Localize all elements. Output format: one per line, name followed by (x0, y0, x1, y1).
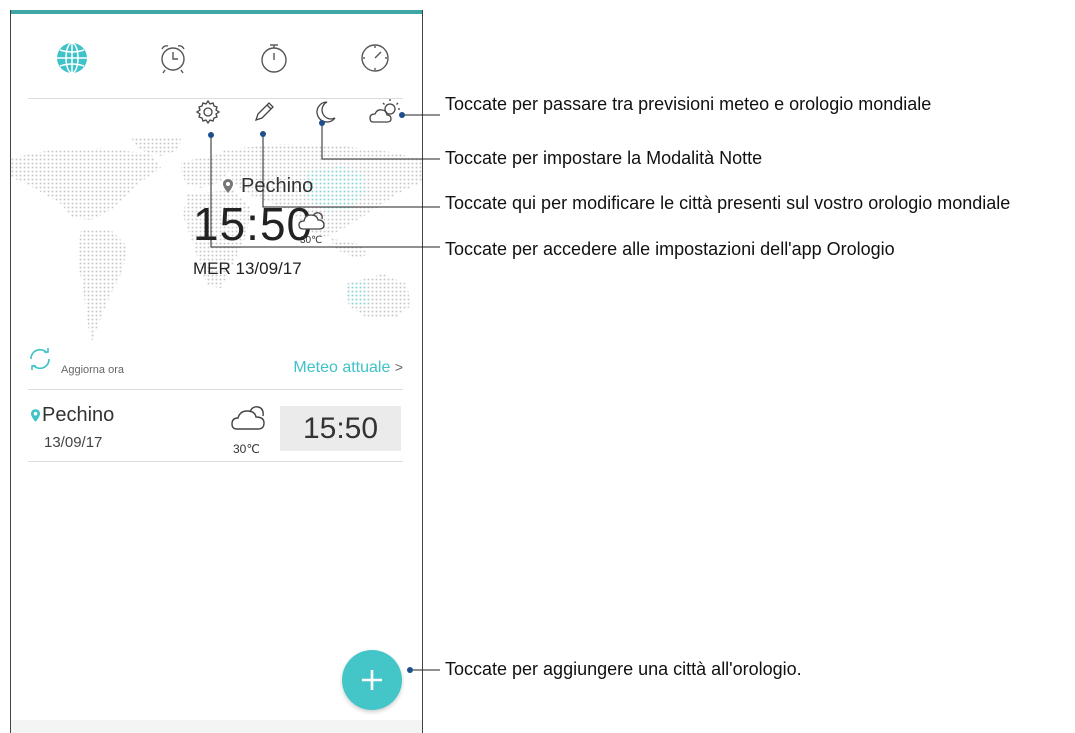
callout-night-mode: Toccate per impostare la Modalità Notte (445, 148, 763, 168)
list-divider-top (28, 389, 403, 390)
cloud-icon (298, 212, 325, 230)
callout-settings: Toccate per accedere alle impostazioni d… (445, 239, 895, 259)
night-mode-moon-icon (316, 101, 336, 123)
clock-tabs (11, 28, 422, 99)
tab-timer[interactable] (351, 34, 399, 82)
location-pin-icon (223, 179, 233, 193)
status-accent-bar (11, 10, 422, 14)
weather-toggle-button[interactable] (368, 95, 402, 129)
night-mode-button[interactable] (308, 95, 342, 129)
alarm-icon (161, 45, 185, 74)
weather-icon (369, 99, 400, 123)
tab-alarm[interactable] (149, 34, 197, 82)
city-list-name: Pechino (42, 404, 115, 426)
clock-date: MER 13/09/17 (193, 259, 302, 278)
timer-icon (361, 44, 389, 72)
chevron-right-icon: > (394, 359, 403, 375)
stopwatch-icon (261, 44, 287, 73)
bottom-shade (11, 720, 422, 733)
phone-screen: Pechino 15:50 30℃ MER 13/09/17 Aggiorna … (10, 10, 423, 733)
current-weather-link[interactable]: Meteo attuale > (293, 359, 403, 377)
refresh-icon[interactable] (27, 346, 53, 372)
location-pin-icon (31, 409, 40, 422)
add-city-button[interactable] (342, 650, 402, 710)
list-divider-bottom (28, 461, 403, 462)
world-clock-globe-icon (57, 42, 87, 74)
clock-temperature: 30℃ (300, 235, 323, 246)
callout-add-city: Toccate per aggiungere una città all'oro… (445, 659, 802, 679)
settings-button[interactable] (191, 95, 225, 129)
tab-world-clock[interactable] (48, 34, 96, 82)
cloud-icon (231, 406, 265, 430)
current-weather-link-label: Meteo attuale (293, 359, 391, 376)
refresh-label[interactable]: Aggiorna ora (61, 364, 124, 376)
callout-weather-toggle: Toccate per passare tra previsioni meteo… (445, 94, 932, 114)
edit-cities-button[interactable] (247, 95, 281, 129)
callout-edit-cities: Toccate qui per modificare le città pres… (445, 193, 1011, 213)
tab-stopwatch[interactable] (250, 34, 298, 82)
clock-time: 15:50 (193, 198, 314, 250)
city-list-date: 13/09/17 (44, 434, 103, 451)
pencil-icon (254, 102, 274, 122)
clock-city-name: Pechino (241, 175, 314, 197)
city-list-time: 15:50 (280, 406, 401, 451)
city-list-temperature: 30℃ (233, 442, 260, 456)
settings-icon (195, 99, 221, 125)
plus-icon (362, 670, 382, 690)
